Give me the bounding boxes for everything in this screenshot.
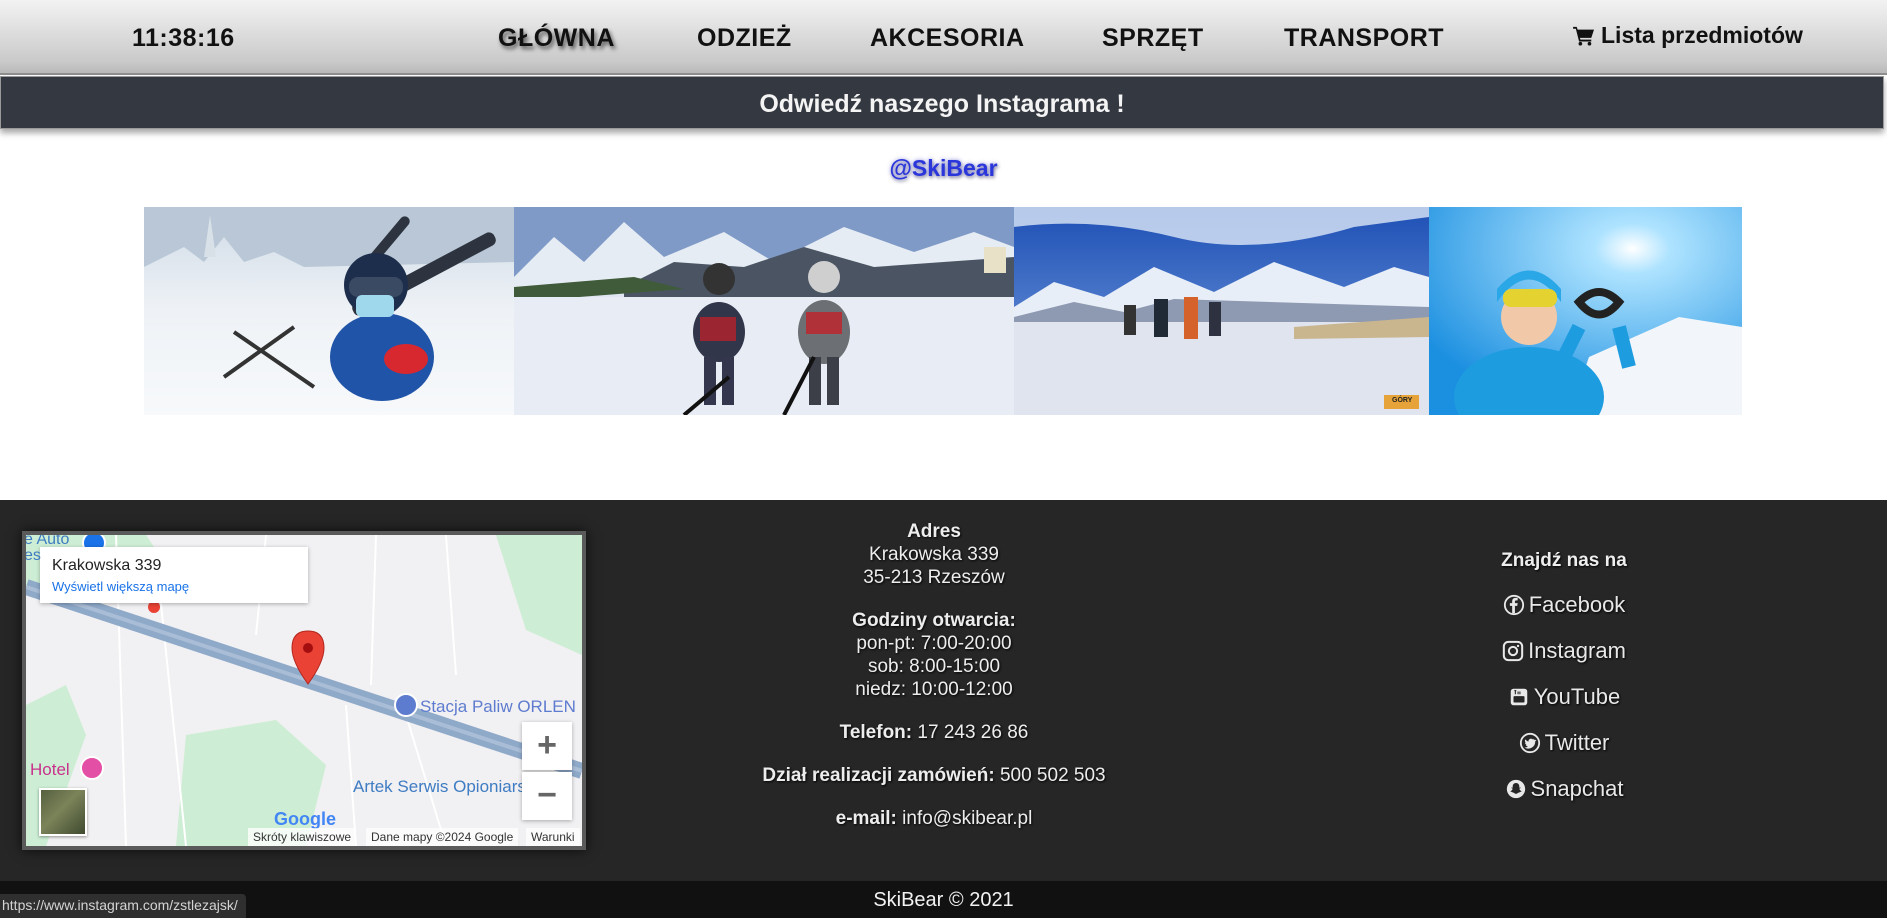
orders-label: Dział realizacji zamówień: [762,765,995,786]
snapchat-icon [1506,779,1525,799]
google-logo: Google [274,809,336,830]
instagram-banner: Odwiedź naszego Instagrama ! [0,76,1884,129]
social-title: Znajdź nas na [1501,550,1627,571]
map-terms-link[interactable]: Warunki [526,828,580,846]
keyboard-shortcuts-link[interactable]: Skróty klawiszowe [248,828,357,846]
copyright-bar: SkiBear © 2021 [0,881,1887,918]
copyright-text: SkiBear © 2021 [873,889,1014,911]
map-label-service[interactable]: Artek Serwis Opioniarski [353,777,538,797]
address-line-1: Krakowska 339 [869,544,999,565]
youtube-link[interactable]: YouTube [1440,684,1688,710]
map-satellite-toggle[interactable] [39,788,87,836]
hours-saturday: sob: 8:00-15:00 [867,656,1001,677]
map-zoom-in-button[interactable]: + [522,722,572,770]
opening-hours-label: Godziny otwarcia: [852,610,1016,631]
address-label: Adres [907,521,961,542]
address-line-2: 35-213 Rzeszów [863,567,1005,588]
twitter-link[interactable]: Twitter [1440,730,1688,756]
instagram-label: Instagram [1528,638,1626,663]
nav-item-akcesoria[interactable]: AKCESORIA [870,24,1025,53]
phone-line: Telefon: 17 243 26 86 [700,721,1168,744]
youtube-label: YouTube [1533,684,1621,709]
orders-phone-line: Dział realizacji zamówień: 500 502 503 [700,764,1168,787]
nav-item-transport[interactable]: TRANSPORT [1284,24,1444,53]
view-larger-map-link[interactable]: Wyświetl większą mapę [52,579,296,594]
opening-hours-section: Godziny otwarcia: pon-pt: 7:00-20:00 sob… [700,609,1168,701]
email-line: e-mail: info@skibear.pl [700,807,1168,830]
top-navigation-bar: 11:38:16 GŁÓWNA ODZIEŻ AKCESORIA SPRZĘT … [0,0,1887,75]
map-label-auto-2[interactable]: es [26,547,41,565]
instagram-icon [1502,640,1524,662]
map-info-card: Krakowska 339 Wyświetl większą mapę [40,547,308,603]
map-label-gas-station[interactable]: Stacja Paliw ORLEN [420,697,576,717]
orders-phone-number[interactable]: 500 502 503 [1000,765,1106,786]
youtube-icon [1510,688,1528,706]
google-logo-text: Google [274,809,336,829]
map-label-hotel[interactable]: Hotel [30,760,70,780]
twitter-icon [1519,732,1540,754]
map-data-attribution: Dane mapy ©2024 Google [366,828,519,846]
facebook-link[interactable]: Facebook [1440,592,1688,618]
item-list-label: Lista przedmiotów [1601,22,1803,48]
map-card-address: Krakowska 339 [52,557,162,574]
hours-sunday: niedz: 10:00-12:00 [855,679,1013,700]
snapchat-link[interactable]: Snapchat [1440,776,1688,802]
photo-watermark: GÓRY [1392,397,1413,404]
clock: 11:38:16 [132,24,235,52]
nav-item-odziez[interactable]: ODZIEŻ [697,24,792,53]
shopping-cart-icon [1573,26,1594,46]
skiers-on-mountain-slope-photo[interactable]: GÓRY [1014,207,1429,415]
snapchat-label: Snapchat [1530,776,1624,801]
phone-label: Telefon: [839,722,913,743]
location-map[interactable]: Krakowska 339 Wyświetl większą mapę Stac… [22,531,586,850]
item-list-button[interactable]: Lista przedmiotów [1573,22,1803,49]
woman-heart-hands-photo[interactable] [1429,207,1742,415]
email-address[interactable]: info@skibear.pl [902,808,1032,829]
nav-item-sprzet[interactable]: SPRZĘT [1102,24,1204,53]
child-lying-in-snow-photo[interactable] [144,207,514,415]
hours-weekday: pon-pt: 7:00-20:00 [856,633,1012,654]
email-label: e-mail: [835,808,897,829]
map-zoom-out-button[interactable]: − [522,772,572,820]
instagram-banner-title: Odwiedź naszego Instagrama ! [759,90,1125,118]
two-kids-on-skis-photo[interactable] [514,207,1014,415]
address-section: Adres Krakowska 339 35-213 Rzeszów [700,520,1168,589]
twitter-label: Twitter [1544,730,1610,755]
instagram-gallery: GÓRY [144,207,1742,415]
nav-item-glowna[interactable]: GŁÓWNA [498,24,615,53]
facebook-icon [1503,594,1524,616]
instagram-handle-link[interactable]: @SkiBear [0,155,1887,182]
facebook-label: Facebook [1528,592,1626,617]
phone-number[interactable]: 17 243 26 86 [917,722,1028,743]
instagram-link[interactable]: Instagram [1440,638,1688,664]
browser-status-url: https://www.instagram.com/zstlezajsk/ [0,894,246,918]
